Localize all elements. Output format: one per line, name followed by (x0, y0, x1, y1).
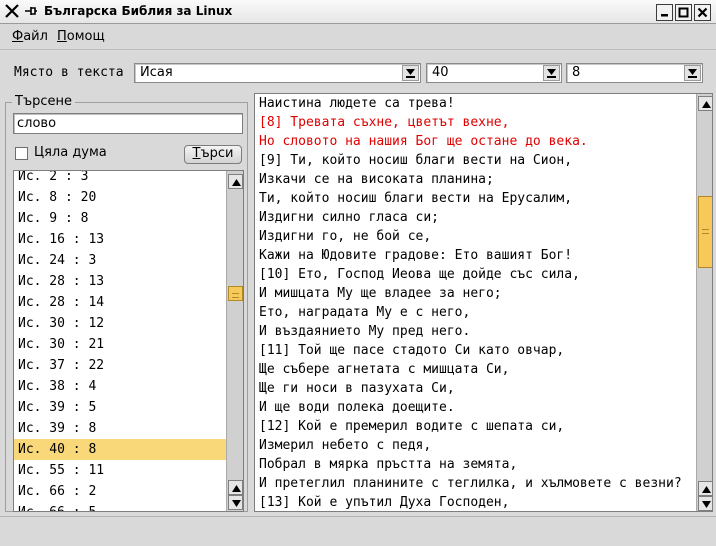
text-line: Изкачи се на високата планина; (259, 172, 494, 187)
location-label: Място в текста (14, 65, 124, 80)
bible-text-view[interactable]: Наистина людете са трева! [8] Тревата съх… (254, 93, 713, 512)
dropdown-arrow-icon (547, 69, 556, 78)
result-row[interactable]: Ис. 2 : 3 (14, 171, 227, 187)
verse-select[interactable]: 8 (566, 63, 703, 83)
search-results-list[interactable]: Ис. 2 : 3 Ис. 8 : 20 Ис. 9 : 8 Ис. 16 : 13 И… (13, 170, 244, 512)
text-line: Издигни го, не бой се, (259, 229, 432, 244)
result-row[interactable]: Ис. 30 : 21 (14, 334, 227, 355)
minimize-button[interactable] (656, 4, 673, 21)
text-line: [8] Тревата съхне, цветът вехне, (259, 115, 510, 130)
whole-word-checkbox[interactable] (15, 147, 28, 160)
result-row[interactable]: Ис. 66 : 5 (14, 502, 227, 511)
result-row[interactable]: Ис. 38 : 4 (14, 376, 227, 397)
result-row[interactable]: Ис. 40 : 8 (14, 439, 227, 460)
text-line: [12] Кой е премерил водите с шепата си, (259, 419, 565, 434)
results-scroll-up-button[interactable] (228, 174, 243, 189)
menu-file[interactable]: Файл (12, 29, 48, 44)
text-line: И мишцата Му ще владее за него; (259, 286, 502, 301)
dropdown-arrow-icon (688, 69, 697, 78)
text-line: Издигни силно гласа си; (259, 210, 440, 225)
text-line: Ще събере агнетата с мишцата Си, (259, 362, 510, 377)
scroll-up-icon (702, 101, 711, 108)
text-line: И въздаянието Му пред него. (259, 324, 471, 339)
text-scroll-up-button-bottom[interactable] (698, 481, 712, 496)
menu-help[interactable]: Помощ (57, 29, 105, 44)
whole-word-label[interactable]: Цяла дума (34, 145, 107, 160)
scroll-down-icon (232, 500, 241, 507)
search-input[interactable]: слово (13, 113, 243, 134)
maximize-button[interactable] (675, 4, 692, 21)
text-line: Ти, който носиш благи вести на Ерусалим, (259, 191, 573, 206)
result-row[interactable]: Ис. 37 : 22 (14, 355, 227, 376)
dropdown-arrow-icon (406, 69, 415, 78)
menu-file-mnemonic: Ф (12, 29, 24, 44)
pin-icon[interactable] (24, 5, 38, 17)
results-scroll-down-button[interactable] (228, 495, 243, 510)
results-scroll-thumb[interactable] (228, 286, 243, 301)
menu-help-label: омощ (66, 29, 105, 44)
scroll-up-icon (232, 179, 241, 186)
search-button-label: ърси (200, 146, 234, 161)
result-row[interactable]: Ис. 39 : 5 (14, 397, 227, 418)
title-bar[interactable]: Българска Библия за Linux (0, 0, 716, 24)
bible-text-lines: Наистина людете са трева! [8] Тревата съх… (255, 94, 696, 511)
book-select[interactable]: Исая (134, 63, 421, 83)
text-line: [13] Кой е упътил Духа Господен, (259, 495, 510, 510)
text-line: [10] Ето, Господ Иеова ще дойде със сила… (259, 267, 580, 282)
result-row[interactable]: Ис. 66 : 2 (14, 481, 227, 502)
text-line: И претеглил планините с теглилка, и хълм… (259, 476, 682, 491)
search-button[interactable]: Търси (184, 145, 242, 164)
text-scroll-up-button[interactable] (698, 96, 712, 111)
result-row[interactable]: Ис. 28 : 13 (14, 271, 227, 292)
text-scroll-thumb[interactable] (698, 196, 712, 268)
book-value: Исая (140, 65, 173, 80)
result-row[interactable]: Ис. 39 : 8 (14, 418, 227, 439)
menu-help-mnemonic: П (57, 29, 67, 44)
text-scrollbar[interactable] (696, 94, 712, 511)
close-icon (697, 7, 708, 18)
text-line: Ето, наградата Му е с него, (259, 305, 471, 320)
scroll-up-icon (232, 485, 241, 492)
result-row[interactable]: Ис. 8 : 20 (14, 187, 227, 208)
result-row[interactable]: Ис. 16 : 13 (14, 229, 227, 250)
scroll-up-icon (702, 486, 711, 493)
text-line: Измерил небето с педя, (259, 438, 432, 453)
chapter-value: 40 (432, 65, 449, 80)
text-line: Но словото на нашия Бог ще остане до век… (259, 134, 588, 149)
status-bar (0, 516, 716, 546)
result-row[interactable]: Ис. 55 : 11 (14, 460, 227, 481)
result-row[interactable]: Ис. 28 : 14 (14, 292, 227, 313)
book-dropdown-arrow[interactable] (402, 65, 419, 81)
window-title: Българска Библия за Linux (44, 4, 233, 18)
minimize-icon (661, 14, 668, 17)
scroll-down-icon (702, 501, 711, 508)
search-input-value: слово (17, 116, 57, 131)
verse-dropdown-arrow[interactable] (684, 65, 701, 81)
text-line: [11] Той ще пасе стадото Си като овчар, (259, 343, 565, 358)
menu-bar: Файл Помощ (0, 24, 716, 50)
result-row[interactable]: Ис. 30 : 12 (14, 313, 227, 334)
verse-value: 8 (572, 65, 581, 80)
maximize-icon (678, 7, 689, 18)
text-line: Наистина людете са трева! (259, 96, 455, 111)
results-scrollbar[interactable] (226, 171, 243, 511)
text-line: Ще ги носи в пазухата Си, (259, 381, 455, 396)
chapter-dropdown-arrow[interactable] (543, 65, 560, 81)
chapter-select[interactable]: 40 (426, 63, 562, 83)
text-line: [9] Ти, който носиш благи вести на Сион, (259, 153, 573, 168)
window-menu-icon[interactable] (4, 3, 20, 19)
text-line: Кажи на Юдовите градове: Ето вашият Бог! (259, 248, 573, 263)
text-line: И ще води полека доещите. (259, 400, 455, 415)
result-row[interactable]: Ис. 9 : 8 (14, 208, 227, 229)
text-line: Побрал в мярка пръстта на земята, (259, 457, 518, 472)
results-scroll-up-button-bottom[interactable] (228, 480, 243, 495)
result-row[interactable]: Ис. 24 : 3 (14, 250, 227, 271)
menu-file-label: айл (23, 29, 48, 44)
text-scroll-down-button[interactable] (698, 496, 712, 511)
search-results-rows: Ис. 2 : 3 Ис. 8 : 20 Ис. 9 : 8 Ис. 16 : 13 И… (14, 171, 227, 511)
close-button[interactable] (694, 4, 711, 21)
search-frame-title: Търсене (12, 94, 76, 109)
